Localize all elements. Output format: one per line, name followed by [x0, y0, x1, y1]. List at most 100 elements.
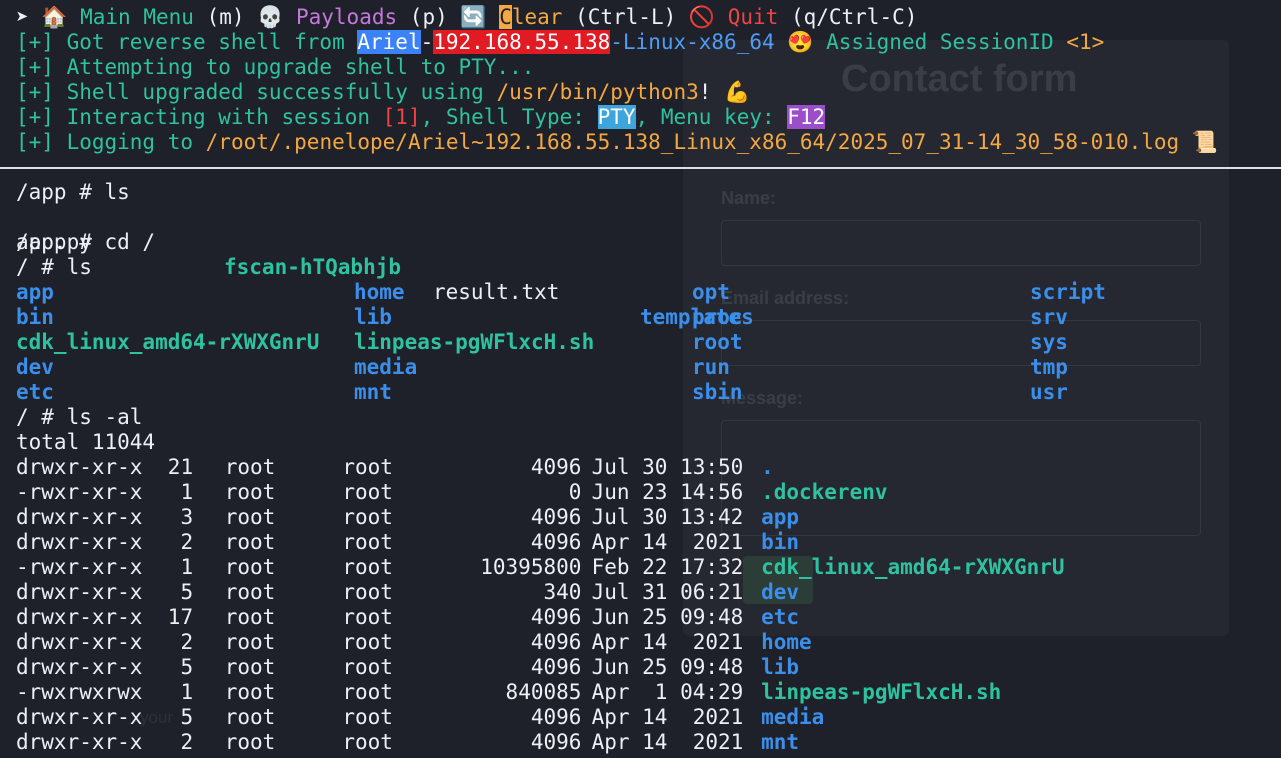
- root-entry: sys: [1030, 330, 1068, 354]
- listing-row: drwxr-xr-x 17 root root 4096 Jun 25 09:48 etc: [16, 605, 1266, 630]
- refresh-icon: 🔄: [460, 5, 487, 29]
- listing-group: root: [342, 605, 393, 629]
- listing-row: drwxr-xr-x 2 root root 4096 Apr 14 2021 mnt: [16, 730, 1266, 755]
- listing-owner: root: [224, 580, 276, 604]
- listing-date: Apr 14 2021: [591, 705, 744, 729]
- listing-owner: root: [224, 655, 276, 679]
- menu-bar: ➤ 🏠 Main Menu (m) 💀 Payloads (p) 🔄 Clear…: [16, 5, 917, 30]
- listing-owner: root: [224, 505, 276, 529]
- menu-payloads[interactable]: Payloads: [296, 5, 397, 29]
- listing-row: drwxr-xr-x 5 root root 4096 Apr 14 2021 media: [16, 705, 1266, 730]
- listing-links: 2: [180, 630, 194, 654]
- root-entry: root: [692, 330, 743, 354]
- shell-type: PTY: [597, 105, 636, 129]
- listing-links: 17: [167, 605, 194, 629]
- listing-row: drwxr-xr-x 21 root root 4096 Jul 30 13:50.: [16, 455, 1266, 480]
- listing-owner: root: [224, 530, 276, 554]
- listing-size: 0: [568, 480, 582, 504]
- listing-group: root: [342, 480, 393, 504]
- root-entry: media: [354, 355, 418, 379]
- root-entry: home: [354, 280, 405, 304]
- listing-group: root: [342, 705, 393, 729]
- root-ls-row: etc mnt sbin usr: [16, 380, 1266, 405]
- root-ls-row: app home opt script: [16, 280, 1266, 305]
- listing-owner: root: [224, 480, 276, 504]
- menu-main-key: (m): [206, 5, 245, 29]
- shell-type-label: , Shell Type:: [420, 105, 598, 129]
- cmd-ls-al: / # ls -al: [16, 405, 143, 429]
- root-entry: linpeas-pgWFlxcH.sh: [354, 330, 595, 354]
- listing-group: root: [342, 530, 393, 554]
- interacting-prefix: [+] Interacting with session: [16, 105, 383, 129]
- listing-group: root: [342, 455, 393, 479]
- listing-group: root: [342, 630, 393, 654]
- log-line-upgraded: [+] Shell upgraded successfully using /u…: [16, 80, 750, 105]
- listing-name: media: [761, 705, 825, 729]
- listing-date: Jun 25 09:48: [591, 655, 744, 679]
- listing-owner: root: [224, 680, 276, 704]
- clear-cursor-letter: C: [499, 5, 512, 29]
- listing-perm: drwxr-xr-x: [16, 530, 143, 554]
- listing-links: 5: [180, 655, 194, 679]
- menu-main-menu[interactable]: Main Menu: [80, 5, 194, 29]
- terminal-window[interactable]: Contact form Name: Email address: Messag…: [0, 0, 1281, 758]
- listing-perm: drwxr-xr-x: [16, 730, 143, 754]
- upgraded-bang: !: [698, 80, 712, 104]
- listing-name: linpeas-pgWFlxcH.sh: [761, 680, 1002, 704]
- listing-row: drwxr-xr-x 2 root root 4096 Apr 14 2021 bin: [16, 530, 1266, 555]
- listing-links: 5: [180, 705, 194, 729]
- listing-size: 4096: [530, 455, 582, 479]
- listing-group: root: [342, 555, 393, 579]
- listing-links: 2: [180, 730, 194, 754]
- upgraded-prefix: [+] Shell upgraded successfully using: [16, 80, 497, 104]
- root-entry: dev: [16, 355, 54, 379]
- listing-row: -rwxrwxrwx 1 root root 840085 Apr 1 04:29 linp…: [16, 680, 1266, 705]
- listing-row: drwxr-xr-x 2 root root 4096 Apr 14 2021 home: [16, 630, 1266, 655]
- host-ip: 192.168.55.138: [433, 30, 611, 54]
- root-entry: usr: [1030, 380, 1068, 404]
- root-entry: cdk_linux_amd64-rXWXGnrU: [16, 330, 320, 354]
- root-ls-row: bin lib proc srv: [16, 305, 1266, 330]
- listing-perm: drwxr-xr-x: [16, 655, 143, 679]
- root-entry: lib: [354, 305, 392, 329]
- listing-perm: -rwxr-xr-x: [16, 555, 143, 579]
- listing-date: Jul 31 06:21: [591, 580, 744, 604]
- listing-links: 2: [180, 530, 194, 554]
- listing-owner: root: [224, 705, 276, 729]
- listing-date: Jul 30 13:42: [591, 505, 744, 529]
- listing-date: Jul 30 13:50: [591, 455, 744, 479]
- listing-group: root: [342, 580, 393, 604]
- scroll-icon: 📜: [1191, 130, 1218, 154]
- home-icon: 🏠: [41, 5, 68, 29]
- menu-quit[interactable]: Quit: [728, 5, 779, 29]
- listing-links: 1: [180, 555, 194, 579]
- prompt-arrow-icon: ➤: [16, 5, 29, 29]
- listing-name: .dockerenv: [761, 480, 888, 504]
- listing-name: mnt: [761, 730, 800, 754]
- file-fscan: fscan-hTQabhjb: [224, 255, 402, 279]
- app-file-list: app.py fscan-hTQabhjb result.txt templat…: [16, 205, 1256, 329]
- menu-clear[interactable]: Clear: [499, 5, 562, 29]
- clear-rest: lear: [511, 5, 563, 29]
- listing-date: Apr 1 04:29: [591, 680, 744, 704]
- listing-perm: drwxr-xr-x: [16, 455, 143, 479]
- listing-name: etc: [761, 605, 800, 629]
- listing-name: app: [761, 505, 800, 529]
- root-entry: app: [16, 280, 54, 304]
- python-path: /usr/bin/python3: [496, 80, 699, 104]
- menu-quit-key: (q/Ctrl-C): [790, 5, 918, 29]
- listing-name: dev: [761, 580, 800, 604]
- root-entry: srv: [1030, 305, 1068, 329]
- log-line-logging: [+] Logging to /root/.penelope/Ariel~192…: [16, 130, 1218, 155]
- root-entry: bin: [16, 305, 54, 329]
- root-entry: etc: [16, 380, 54, 404]
- root-entry: script: [1030, 280, 1106, 304]
- root-entry: sbin: [692, 380, 743, 404]
- assigned-text: Assigned SessionID: [813, 30, 1067, 54]
- listing-size: 840085: [505, 680, 582, 704]
- listing-perm: drwxr-xr-x: [16, 705, 143, 729]
- logging-prefix: [+] Logging to: [16, 130, 206, 154]
- separator-line: [0, 167, 1281, 169]
- root-entry: run: [692, 355, 730, 379]
- listing-perm: -rwxrwxrwx: [16, 680, 143, 704]
